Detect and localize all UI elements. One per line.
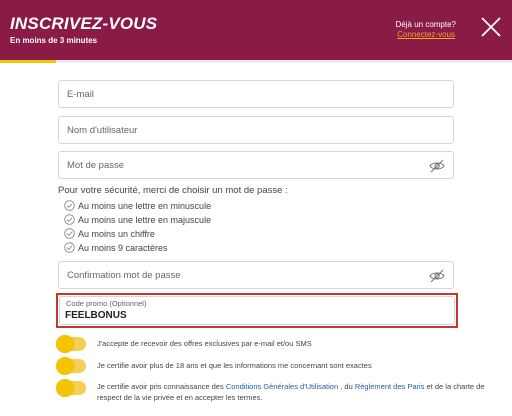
account-question: Déjà un compte? [395, 20, 456, 29]
password-rule-label: Au moins une lettre en majuscule [78, 215, 212, 225]
password-rules-intro: Pour votre sécurité, merci de choisir un… [58, 185, 288, 196]
promo-code-field[interactable]: Code promo (Optionnel) FEELBONUS [56, 293, 458, 328]
close-icon [481, 17, 501, 37]
page-title: INSCRIVEZ-VOUS [10, 14, 158, 33]
connect-link[interactable]: Connectez-vous [397, 30, 455, 39]
email-field[interactable]: E-mail [58, 80, 454, 108]
eye-slash-icon[interactable] [429, 268, 445, 284]
age-consent-text: Je certifie avoir plus de 18 ans et que … [97, 361, 372, 370]
password-rule-label: Au moins une lettre en minuscule [78, 201, 212, 211]
promo-code-label: Code promo (Optionnel) [66, 299, 147, 308]
close-button[interactable] [480, 16, 502, 38]
signup-progress [0, 60, 512, 63]
username-field[interactable]: Nom d'utilisateur [58, 116, 454, 144]
confirm-password-placeholder: Confirmation mot de passe [67, 270, 181, 281]
username-placeholder: Nom d'utilisateur [67, 125, 138, 136]
password-rule-label: Au moins 9 caractères [78, 243, 168, 253]
terms-consent-text: Je certifie avoir pris connaissance des … [97, 382, 485, 402]
confirm-password-field[interactable]: Confirmation mot de passe [58, 261, 454, 289]
promo-code-value: FEELBONUS [65, 310, 127, 321]
terms-consent-toggle[interactable] [56, 379, 86, 397]
email-placeholder: E-mail [67, 89, 94, 100]
signup-progress-fill [0, 60, 57, 63]
offers-consent-toggle[interactable] [56, 335, 86, 353]
betting-rules-link[interactable]: Règlement des Paris [355, 382, 425, 391]
age-consent-toggle[interactable] [56, 357, 86, 375]
password-placeholder: Mot de passe [67, 160, 125, 171]
terms-link[interactable]: Conditions Générales d'Utilisation [226, 382, 338, 391]
check-circle-icon [64, 214, 75, 225]
password-field[interactable]: Mot de passe [58, 151, 454, 179]
password-rule-label: Au moins un chiffre [78, 229, 155, 239]
check-circle-icon [64, 228, 75, 239]
eye-slash-icon[interactable] [429, 158, 445, 174]
signup-header: INSCRIVEZ-VOUS En moins de 3 minutes Déj… [0, 0, 512, 60]
check-circle-icon [64, 200, 75, 211]
check-circle-icon [64, 242, 75, 253]
offers-consent-text: J'accepte de recevoir des offres exclusi… [97, 339, 312, 348]
page-subtitle: En moins de 3 minutes [10, 36, 98, 45]
